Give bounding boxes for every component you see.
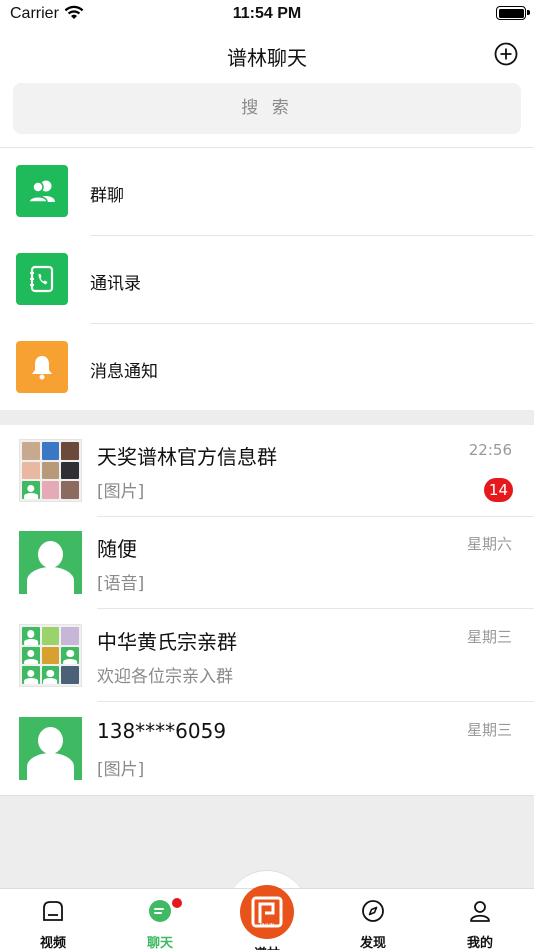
chat-time: 22:56 bbox=[468, 441, 512, 459]
search-input[interactable]: 搜 索 bbox=[13, 83, 521, 134]
chat-name: 中华黄氏宗亲群 bbox=[97, 630, 237, 654]
chat-time: 星期六 bbox=[466, 535, 512, 553]
tab-label: 视频 bbox=[39, 936, 66, 950]
status-bar: Carrier 11:54 PM bbox=[0, 0, 534, 30]
feature-label: 消息通知 bbox=[90, 362, 158, 382]
feature-contacts[interactable]: 通讯录 bbox=[0, 236, 534, 324]
chat-name: 138****6059 bbox=[97, 719, 227, 743]
nav-bar: 谱林聊天 bbox=[0, 30, 534, 78]
feature-list: 群聊 通讯录 消息通知 bbox=[0, 148, 534, 410]
avatar bbox=[19, 717, 82, 780]
person-icon bbox=[470, 901, 490, 922]
add-circle-icon[interactable] bbox=[494, 42, 518, 66]
bell-icon bbox=[16, 341, 68, 393]
chat-list: 天奖谱林官方信息群 [图片] 22:56 14 随便 [语音] 星期六 中华黄氏… bbox=[0, 425, 534, 796]
chat-preview: [语音] bbox=[97, 574, 145, 594]
tab-label: 谱林 bbox=[240, 943, 294, 950]
feature-notifications[interactable]: 消息通知 bbox=[0, 324, 534, 412]
tab-discover[interactable]: 发现 bbox=[333, 889, 413, 950]
feature-label: 通讯录 bbox=[90, 274, 141, 294]
logo-text: PULIN bbox=[260, 923, 275, 929]
unread-badge: 14 bbox=[483, 478, 513, 502]
unread-dot bbox=[172, 898, 182, 908]
chat-time: 星期三 bbox=[466, 628, 512, 646]
chat-name: 天奖谱林官方信息群 bbox=[97, 445, 277, 469]
tab-chat[interactable]: 聊天 bbox=[120, 889, 200, 950]
chat-tab-icon bbox=[149, 900, 171, 922]
feature-label: 群聊 bbox=[90, 186, 124, 206]
search-section: 搜 索 bbox=[0, 78, 534, 148]
tab-video[interactable]: 视频 bbox=[13, 889, 93, 950]
contacts-book-icon bbox=[16, 253, 68, 305]
tab-label: 我的 bbox=[466, 936, 493, 950]
chat-preview: [图片] bbox=[97, 482, 145, 502]
chat-name: 随便 bbox=[97, 537, 137, 561]
video-tab-icon bbox=[43, 901, 63, 921]
battery-icon bbox=[496, 6, 530, 20]
pulin-logo-icon: PULIN bbox=[240, 885, 294, 939]
chat-preview: [图片] bbox=[97, 760, 145, 780]
compass-icon bbox=[362, 900, 384, 922]
group-avatar bbox=[19, 624, 82, 687]
feature-group-chat[interactable]: 群聊 bbox=[0, 148, 534, 236]
chat-row[interactable]: 天奖谱林官方信息群 [图片] 22:56 14 bbox=[0, 425, 534, 517]
chat-row[interactable]: 随便 [语音] 星期六 bbox=[0, 517, 534, 609]
tab-pulin[interactable]: PULIN 谱林 bbox=[240, 885, 294, 950]
tab-label: 聊天 bbox=[146, 936, 173, 950]
avatar bbox=[19, 531, 82, 594]
clock: 11:54 PM bbox=[232, 5, 302, 22]
tab-me[interactable]: 我的 bbox=[440, 889, 520, 950]
tab-label: 发现 bbox=[359, 936, 386, 950]
chat-time: 星期三 bbox=[466, 721, 512, 739]
page-title: 谱林聊天 bbox=[227, 46, 307, 70]
group-chat-icon bbox=[16, 165, 68, 217]
chat-row[interactable]: 中华黄氏宗亲群 欢迎各位宗亲入群 星期三 bbox=[0, 610, 534, 702]
chat-preview: 欢迎各位宗亲入群 bbox=[97, 667, 233, 687]
group-avatar bbox=[19, 439, 82, 502]
chat-row[interactable]: 138****6059 [图片] 星期三 bbox=[0, 703, 534, 795]
